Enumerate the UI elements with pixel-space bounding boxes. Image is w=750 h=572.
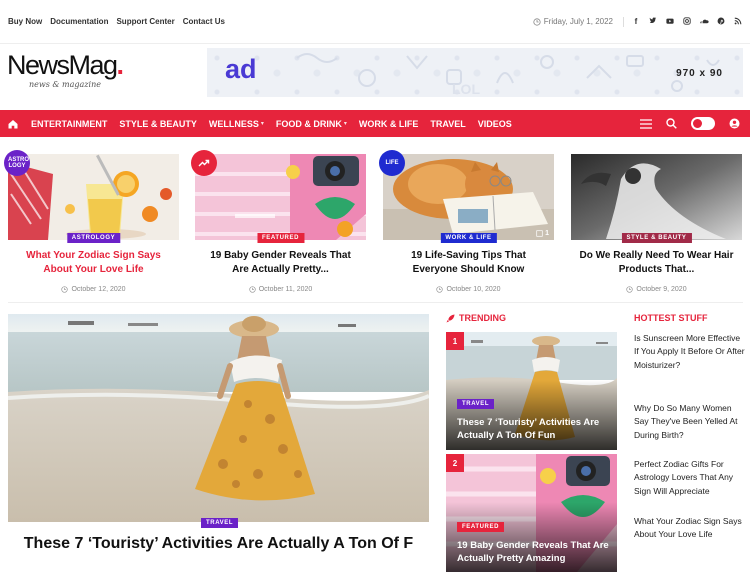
gallery-count: 1 <box>536 230 549 237</box>
ad-size: 970 x 90 <box>676 68 723 79</box>
clock-icon <box>61 286 69 293</box>
hottest-item[interactable]: Why Do So Many Women Say They've Been Ye… <box>634 402 746 442</box>
ad-banner[interactable]: LOL ad 970 x 90 <box>207 48 743 97</box>
hottest-item[interactable]: What Your Zodiac Sign Says About Your Lo… <box>634 515 746 542</box>
category-tag[interactable]: ASTROLOGY <box>66 233 121 243</box>
menu-icon[interactable] <box>640 118 652 129</box>
section-divider <box>8 302 743 303</box>
search-icon[interactable] <box>666 118 677 129</box>
rank-number: 2 <box>446 454 464 472</box>
clock-icon <box>249 286 256 293</box>
category-tag[interactable]: WORK & LIFE <box>440 233 497 243</box>
post-date: October 10, 2020 <box>383 286 554 293</box>
category-tag[interactable]: TRAVEL <box>457 399 495 409</box>
svg-text:LOL: LOL <box>452 81 480 97</box>
top-right: Friday, July 1, 2022 f <box>533 16 742 27</box>
post-title[interactable]: Do We Really Need To Wear Hair Products … <box>571 249 742 277</box>
dark-mode-toggle[interactable] <box>691 117 715 130</box>
post-card[interactable]: 1 LIFE WORK & LIFE 19 Life-Saving Tips T… <box>379 150 554 293</box>
post-date: October 12, 2020 <box>8 286 179 293</box>
rocket-icon <box>446 313 455 323</box>
trending-badge[interactable] <box>191 150 217 176</box>
contact-us-link[interactable]: Contact Us <box>183 17 225 26</box>
top-links: Buy Now Documentation Support Center Con… <box>8 17 225 26</box>
rank-number: 1 <box>446 332 464 350</box>
post-title[interactable]: 19 Baby Gender Reveals That Are Actually… <box>195 249 366 277</box>
main-nav: ENTERTAINMENT STYLE & BEAUTY WELLNESS ▾ F… <box>0 110 750 137</box>
featured-post-image[interactable] <box>8 314 429 522</box>
site-header: NewsMag. news & magazine LOL ad 970 x 90 <box>0 44 750 110</box>
post-title[interactable]: 19 Life-Saving Tips That Everyone Should… <box>383 249 554 277</box>
nav-item-videos[interactable]: VIDEOS <box>478 119 512 129</box>
nav-tools <box>640 110 740 137</box>
nav-item-wellness[interactable]: WELLNESS ▾ <box>209 119 264 129</box>
ad-label: ad <box>225 54 257 84</box>
post-thumbnail[interactable] <box>571 154 742 240</box>
site-logo[interactable]: NewsMag. news & magazine <box>7 50 124 90</box>
documentation-link[interactable]: Documentation <box>50 17 108 26</box>
gallery-icon <box>536 230 543 237</box>
support-center-link[interactable]: Support Center <box>116 17 174 26</box>
user-icon[interactable] <box>729 118 740 129</box>
trending-item[interactable]: 2 FEATURED 19 Baby Gender Reveals That A… <box>446 454 617 572</box>
twitter-icon[interactable] <box>649 16 657 27</box>
astrology-badge[interactable]: ASTRO LOGY <box>4 150 30 176</box>
trending-title[interactable]: These 7 ‘Touristy’ Activities Are Actual… <box>457 416 612 442</box>
post-card[interactable]: ASTRO LOGY ASTROLOGY What Your Zodiac Si… <box>4 150 179 293</box>
nav-item-work-life[interactable]: WORK & LIFE <box>359 119 419 129</box>
nav-item-food-drink[interactable]: FOOD & DRINK ▾ <box>276 119 347 129</box>
post-card[interactable]: FEATURED 19 Baby Gender Reveals That Are… <box>191 150 366 293</box>
post-card[interactable]: STYLE & BEAUTY Do We Really Need To Wear… <box>571 154 742 293</box>
hottest-item[interactable]: Perfect Zodiac Gifts For Astrology Lover… <box>634 458 746 498</box>
post-thumbnail[interactable]: 1 <box>383 154 554 240</box>
hottest-heading: HOTTEST STUFF <box>634 313 708 323</box>
category-tag[interactable]: FEATURED <box>457 522 505 532</box>
clock-icon <box>533 17 541 26</box>
home-icon[interactable] <box>7 118 19 130</box>
facebook-icon[interactable]: f <box>632 17 640 26</box>
logo-main-text: NewsMag <box>7 50 118 80</box>
featured-post-title[interactable]: These 7 ‘Touristy’ Activities Are Actual… <box>8 534 429 554</box>
post-thumbnail[interactable] <box>8 154 179 240</box>
trending-title[interactable]: 19 Baby Gender Reveals That Are Actually… <box>457 539 612 565</box>
post-date: October 11, 2020 <box>195 286 366 293</box>
social-links: f <box>623 16 742 27</box>
category-tag[interactable]: FEATURED <box>256 233 305 243</box>
logo-tagline: news & magazine <box>29 80 101 89</box>
post-date: October 9, 2020 <box>571 286 742 293</box>
buy-now-link[interactable]: Buy Now <box>8 17 42 26</box>
nav-item-travel[interactable]: TRAVEL <box>430 119 465 129</box>
trending-heading: TRENDING <box>446 313 506 323</box>
rss-icon[interactable] <box>734 17 742 27</box>
instagram-icon[interactable] <box>683 16 691 27</box>
clock-icon <box>436 286 444 293</box>
hottest-item[interactable]: Is Sunscreen More Effective If You Apply… <box>634 332 746 372</box>
chevron-down-icon: ▾ <box>343 121 347 127</box>
category-tag[interactable]: STYLE & BEAUTY <box>621 233 692 243</box>
trending-icon <box>198 159 210 167</box>
post-title[interactable]: What Your Zodiac Sign Says About Your Lo… <box>8 249 179 277</box>
soundcloud-icon[interactable] <box>700 17 709 27</box>
youtube-icon[interactable] <box>666 17 674 27</box>
pinterest-icon[interactable] <box>717 17 725 27</box>
current-date: Friday, July 1, 2022 <box>533 17 613 26</box>
category-tag[interactable]: TRAVEL <box>201 518 239 528</box>
nav-item-entertainment[interactable]: ENTERTAINMENT <box>31 119 107 129</box>
post-thumbnail[interactable] <box>195 154 366 240</box>
top-bar: Buy Now Documentation Support Center Con… <box>0 0 750 44</box>
nav-item-style-beauty[interactable]: STYLE & BEAUTY <box>119 119 197 129</box>
life-badge[interactable]: LIFE <box>379 150 405 176</box>
chevron-down-icon: ▾ <box>260 121 264 127</box>
date-text: Friday, July 1, 2022 <box>543 17 613 26</box>
trending-item[interactable]: 1 TRAVEL These 7 ‘Touristy’ Activities A… <box>446 332 617 450</box>
clock-icon <box>626 286 634 293</box>
